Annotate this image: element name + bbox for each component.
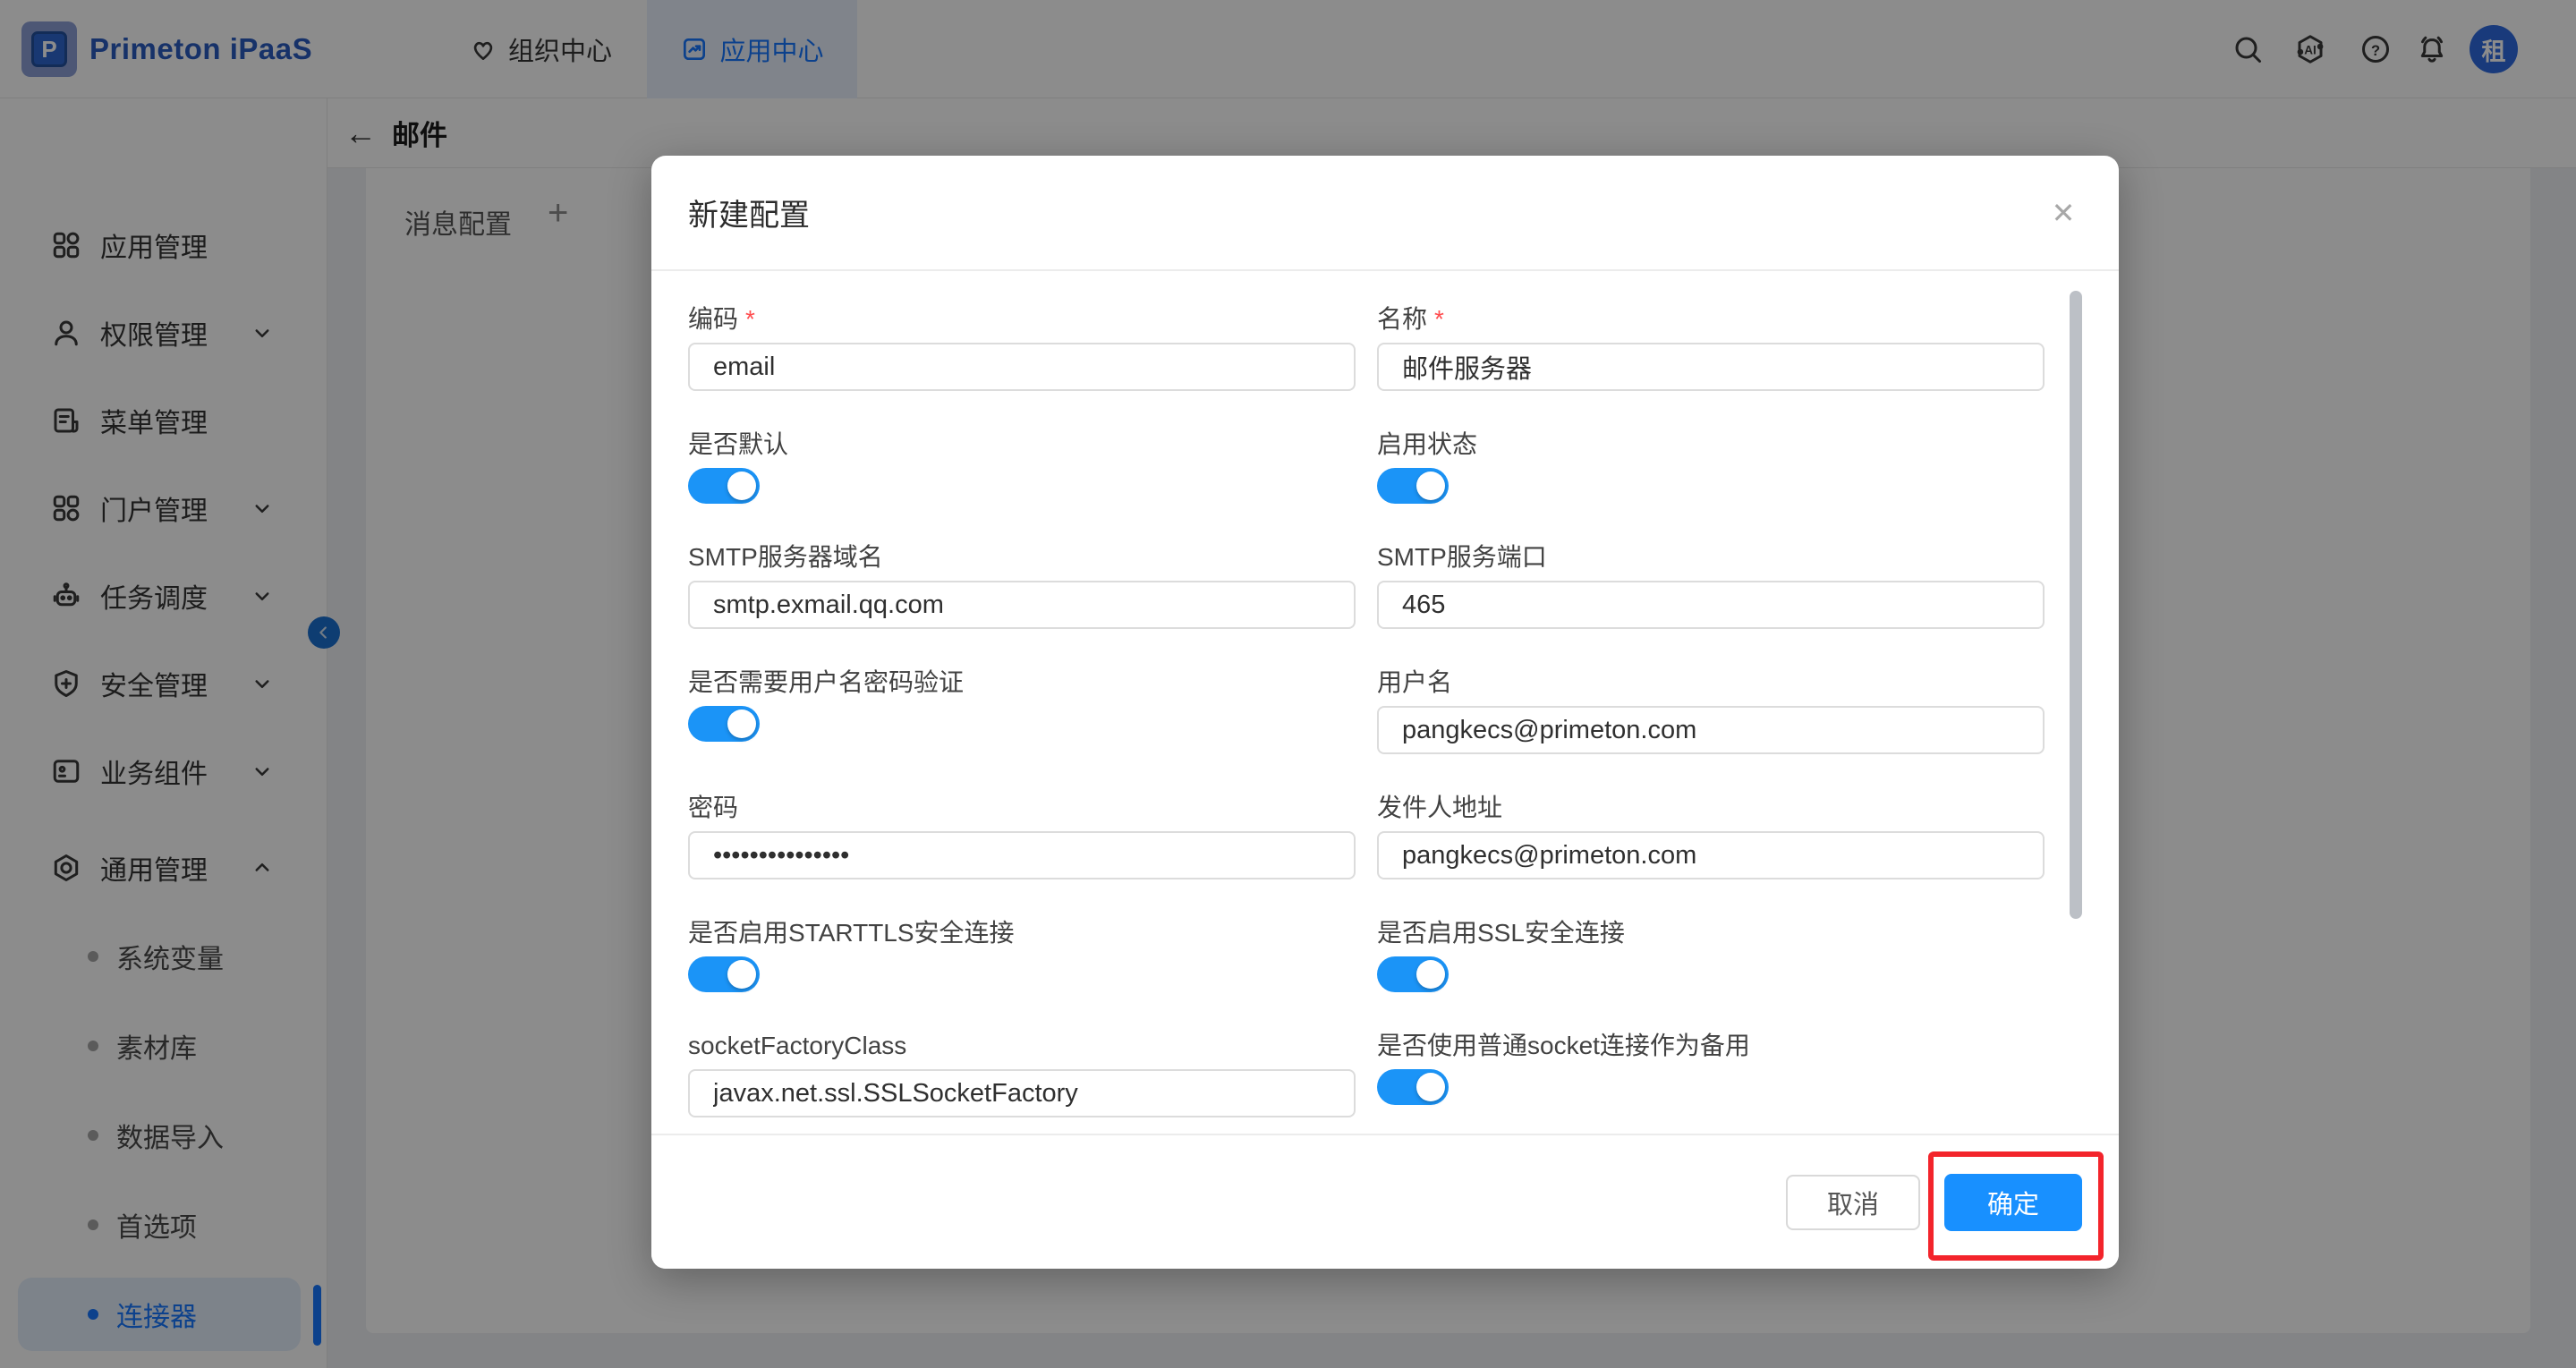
field-enabled-status: 启用状态	[1377, 429, 2045, 504]
name-input[interactable]	[1377, 343, 2045, 391]
toggle-knob	[727, 709, 756, 738]
field-label: 启用状态	[1377, 429, 2045, 461]
toggle-knob	[727, 960, 756, 989]
dialog-scrollbar-thumb[interactable]	[2070, 291, 2082, 919]
field-plain-socket-fallback: 是否使用普通socket连接作为备用	[1377, 1030, 2045, 1117]
cancel-button[interactable]: 取消	[1786, 1175, 1920, 1230]
smtp-port-input[interactable]	[1377, 581, 2045, 629]
field-code: 编码*	[688, 303, 1356, 391]
auth-required-toggle[interactable]	[688, 706, 760, 742]
field-label: 是否启用SSL安全连接	[1377, 917, 2045, 949]
username-input[interactable]	[1377, 706, 2045, 754]
field-label: SMTP服务器域名	[688, 541, 1356, 574]
dialog-header: 新建配置 ✕	[651, 156, 2119, 271]
confirm-button[interactable]: 确定	[1944, 1174, 2082, 1231]
config-form: 编码* 名称* 是否默认 启用状态 SMTP服务	[688, 303, 2119, 1134]
field-label: socketFactoryClass	[688, 1030, 1356, 1062]
password-input[interactable]	[688, 831, 1356, 879]
field-label: 用户名	[1377, 667, 2045, 699]
field-label: 是否需要用户名密码验证	[688, 667, 1356, 699]
field-starttls: 是否启用STARTTLS安全连接	[688, 917, 1356, 992]
enabled-toggle[interactable]	[1377, 468, 1449, 504]
socket-factory-class-input[interactable]	[688, 1069, 1356, 1117]
toggle-knob	[1416, 960, 1445, 989]
new-config-dialog: 新建配置 ✕ 编码* 名称* 是否默认	[651, 156, 2119, 1269]
field-label: 密码	[688, 792, 1356, 824]
field-ssl: 是否启用SSL安全连接	[1377, 917, 2045, 992]
field-sender-address: 发件人地址	[1377, 792, 2045, 879]
field-username: 用户名	[1377, 667, 2045, 754]
sender-address-input[interactable]	[1377, 831, 2045, 879]
field-name: 名称*	[1377, 303, 2045, 391]
field-is-default: 是否默认	[688, 429, 1356, 504]
field-label: 是否默认	[688, 429, 1356, 461]
code-input[interactable]	[688, 343, 1356, 391]
ssl-toggle[interactable]	[1377, 956, 1449, 992]
required-mark: *	[1434, 305, 1444, 333]
field-label: 名称*	[1377, 303, 2045, 336]
dialog-body: 编码* 名称* 是否默认 启用状态 SMTP服务	[651, 271, 2119, 1134]
close-icon[interactable]: ✕	[2042, 191, 2085, 234]
toggle-knob	[1416, 472, 1445, 500]
field-password: 密码	[688, 792, 1356, 879]
required-mark: *	[745, 305, 755, 333]
is-default-toggle[interactable]	[688, 468, 760, 504]
dialog-title: 新建配置	[688, 191, 810, 234]
field-auth-required: 是否需要用户名密码验证	[688, 667, 1356, 754]
field-smtp-domain: SMTP服务器域名	[688, 541, 1356, 629]
toggle-knob	[727, 472, 756, 500]
field-smtp-port: SMTP服务端口	[1377, 541, 2045, 629]
field-label: 是否使用普通socket连接作为备用	[1377, 1030, 2045, 1062]
field-label: SMTP服务端口	[1377, 541, 2045, 574]
app-root: P Primeton iPaaS 组织中心 应用中心 AI	[0, 0, 2576, 1368]
starttls-toggle[interactable]	[688, 956, 760, 992]
smtp-domain-input[interactable]	[688, 581, 1356, 629]
field-label: 发件人地址	[1377, 792, 2045, 824]
field-socket-factory-class: socketFactoryClass	[688, 1030, 1356, 1117]
field-label: 是否启用STARTTLS安全连接	[688, 917, 1356, 949]
toggle-knob	[1416, 1073, 1445, 1101]
field-label: 编码*	[688, 303, 1356, 336]
plain-socket-fallback-toggle[interactable]	[1377, 1069, 1449, 1105]
dialog-footer: 取消 确定	[651, 1134, 2119, 1269]
